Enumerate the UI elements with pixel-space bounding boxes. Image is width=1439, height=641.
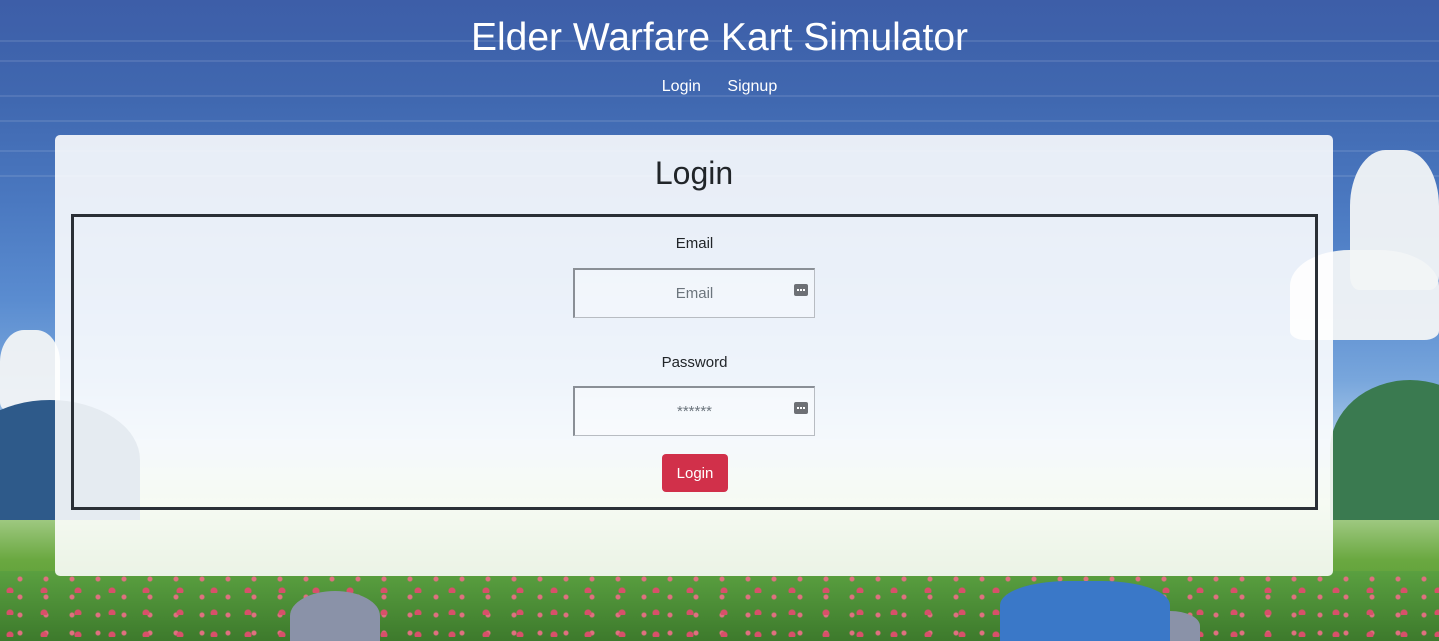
email-field-wrapper bbox=[573, 268, 815, 318]
nav-login-link[interactable]: Login bbox=[662, 78, 701, 95]
password-manager-key-icon[interactable] bbox=[794, 402, 808, 414]
email-input[interactable] bbox=[573, 268, 815, 318]
password-field-wrapper bbox=[573, 386, 815, 436]
site-title: Elder Warfare Kart Simulator bbox=[470, 16, 969, 59]
login-submit-button[interactable]: Login bbox=[662, 454, 728, 492]
nav-signup-link[interactable]: Signup bbox=[727, 78, 777, 95]
password-manager-key-icon[interactable] bbox=[794, 284, 808, 296]
email-label: Email bbox=[675, 235, 714, 252]
password-label: Password bbox=[661, 354, 728, 371]
login-card: Login Email Password Login bbox=[55, 135, 1333, 576]
top-nav: Login Signup bbox=[0, 76, 1439, 98]
login-form: Email Password Login bbox=[71, 214, 1318, 510]
password-input[interactable] bbox=[573, 386, 815, 436]
login-title: Login bbox=[654, 155, 734, 191]
